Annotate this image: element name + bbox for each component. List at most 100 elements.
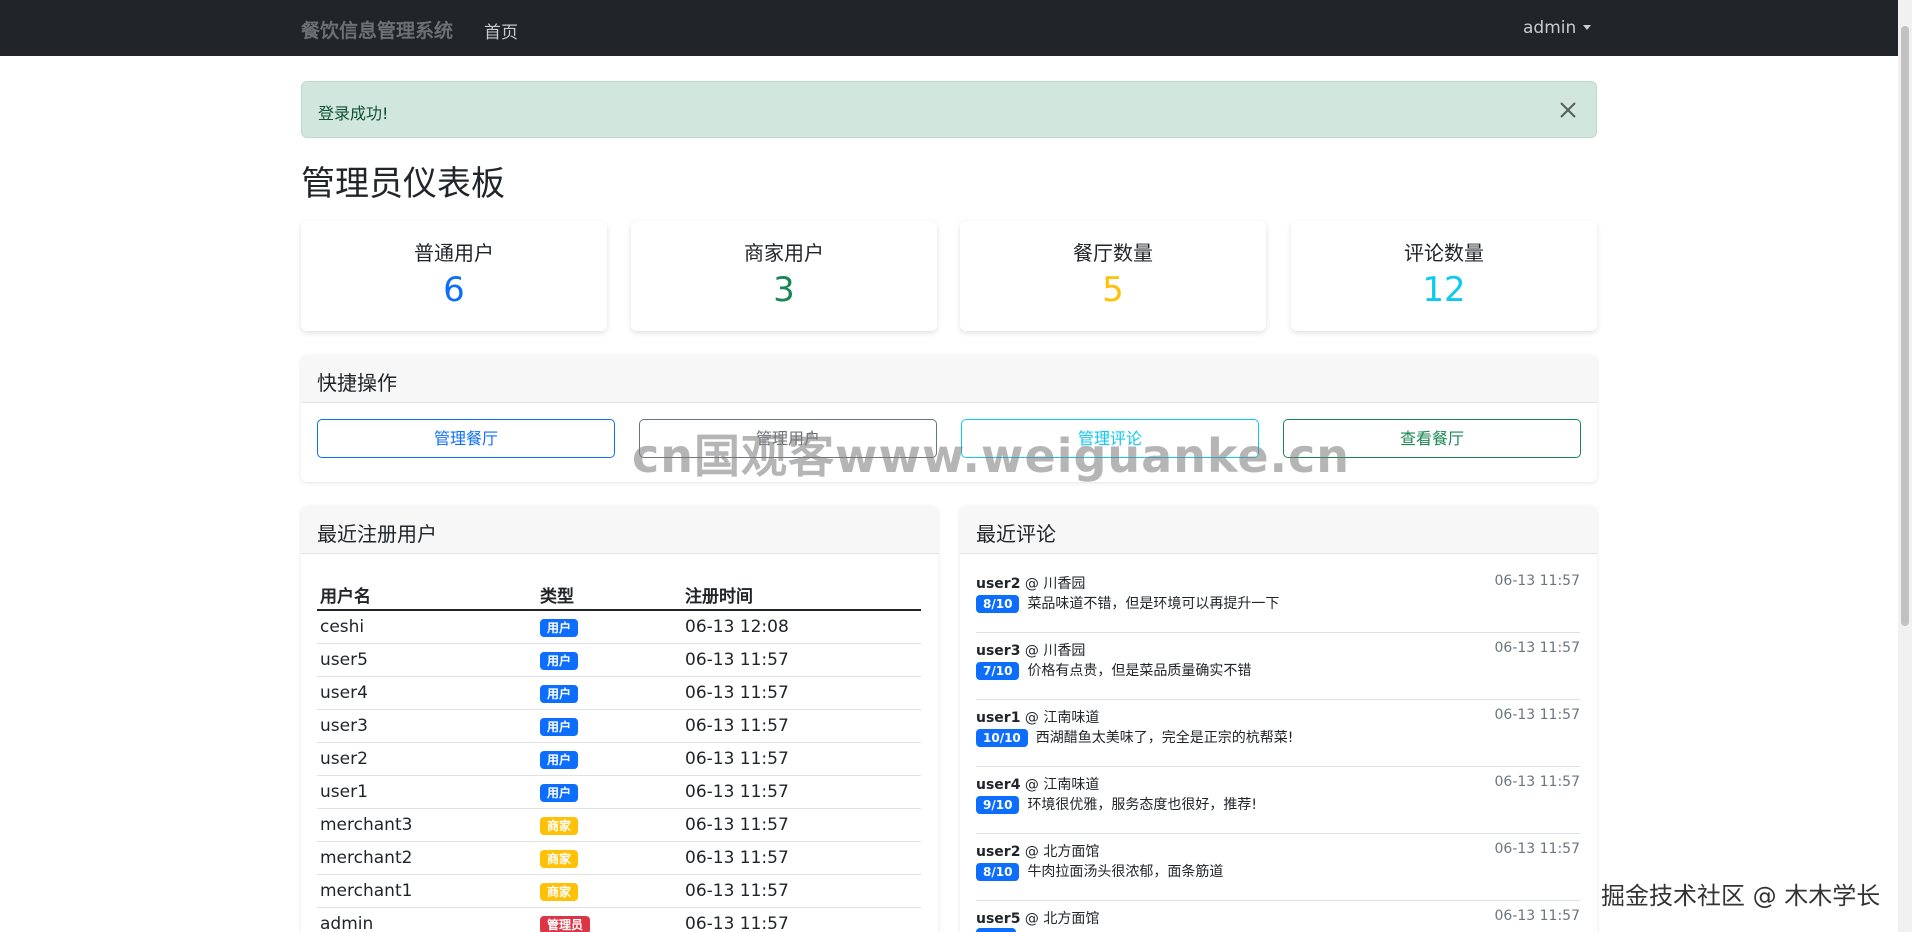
- score-badge: 9/10: [976, 796, 1020, 814]
- register-time: 06-13 11:57: [682, 775, 921, 809]
- table-row: merchant2 商家 06-13 11:57: [317, 841, 921, 875]
- register-time: 06-13 12:08: [682, 610, 921, 644]
- user-name: merchant1: [317, 874, 537, 908]
- user-type-badge: 商家: [540, 882, 579, 901]
- review-body: 7/10 价格有点贵，但是菜品质量确实不错: [976, 660, 1251, 680]
- review-user[interactable]: user4: [976, 777, 1020, 793]
- column-header: 用户名: [317, 580, 537, 611]
- review-author: user1 @ 江南味道: [976, 710, 1100, 726]
- review-user[interactable]: user5: [976, 911, 1020, 927]
- recent-users-title: 最近注册用户: [301, 506, 938, 554]
- corner-watermark: 掘金技术社区 @ 木木学长: [1601, 882, 1881, 910]
- review-restaurant[interactable]: 江南味道: [1043, 777, 1099, 793]
- recent-reviews-title: 最近评论: [960, 506, 1597, 554]
- stat-card-merchants: 商家用户 3: [631, 221, 937, 331]
- stat-card-reviews: 评论数量 12: [1291, 221, 1597, 331]
- review-text: 价格有点贵，但是菜品质量确实不错: [1027, 663, 1252, 679]
- review-item: user1 @ 江南味道 06-13 11:57 10/10 西湖醋鱼太美味了，完…: [976, 700, 1580, 767]
- view-restaurants-button[interactable]: 查看餐厅: [1283, 419, 1581, 458]
- user-name: user5: [317, 643, 537, 677]
- stat-value: 6: [443, 270, 465, 310]
- alert-message: 登录成功!: [318, 104, 389, 123]
- table-row: admin 管理员 06-13 11:57: [317, 907, 921, 932]
- review-body: 9/10 环境很优雅，服务态度也很好，推荐!: [976, 794, 1257, 814]
- brand-link[interactable]: 餐饮信息管理系统: [301, 16, 453, 43]
- table-row: merchant3 商家 06-13 11:57: [317, 808, 921, 842]
- user-name: user1: [317, 775, 537, 809]
- table-row: user3 用户 06-13 11:57: [317, 709, 921, 743]
- scrollbar[interactable]: [1898, 0, 1912, 932]
- nav-home-link[interactable]: 首页: [484, 18, 518, 43]
- score-badge: 10/10: [976, 729, 1028, 747]
- review-body: 8/10 菜品味道不错，但是环境可以再提升一下: [976, 593, 1279, 613]
- scrollbar-thumb[interactable]: [1901, 26, 1909, 626]
- stat-card-users: 普通用户 6: [301, 221, 607, 331]
- user-dropdown[interactable]: admin: [1523, 18, 1592, 38]
- table-row: user5 用户 06-13 11:57: [317, 643, 921, 677]
- register-time: 06-13 11:57: [682, 841, 921, 875]
- manage-reviews-button[interactable]: 管理评论: [961, 419, 1259, 458]
- review-author: user3 @ 川香园: [976, 643, 1086, 659]
- manage-restaurants-button[interactable]: 管理餐厅: [317, 419, 615, 458]
- review-restaurant[interactable]: 北方面馆: [1043, 911, 1099, 927]
- table-row: user1 用户 06-13 11:57: [317, 775, 921, 809]
- stat-label: 普通用户: [414, 241, 494, 265]
- user-type-badge: 用户: [540, 750, 579, 769]
- register-time: 06-13 11:57: [682, 742, 921, 776]
- review-time: 06-13 11:57: [1494, 774, 1580, 790]
- user-type-badge: 商家: [540, 849, 579, 868]
- review-restaurant[interactable]: 川香园: [1043, 643, 1085, 659]
- register-time: 06-13 11:57: [682, 676, 921, 710]
- review-user[interactable]: user2: [976, 844, 1020, 860]
- close-icon[interactable]: [1558, 100, 1578, 120]
- review-restaurant[interactable]: 川香园: [1043, 576, 1085, 592]
- user-name: user3: [317, 709, 537, 743]
- review-text: 环境很优雅，服务态度也很好，推荐!: [1027, 797, 1258, 813]
- score-badge: [976, 928, 1016, 932]
- recent-reviews-card: 最近评论 user2 @ 川香园 06-13 11:57 8/10 菜品味道不错，…: [960, 506, 1597, 932]
- review-author: user2 @ 川香园: [976, 576, 1086, 592]
- review-user[interactable]: user3: [976, 643, 1020, 659]
- review-author: user4 @ 江南味道: [976, 777, 1100, 793]
- register-time: 06-13 11:57: [682, 709, 921, 743]
- table-row: user2 用户 06-13 11:57: [317, 742, 921, 776]
- review-user[interactable]: user1: [976, 710, 1020, 726]
- register-time: 06-13 11:57: [682, 874, 921, 908]
- column-header: 注册时间: [682, 580, 921, 611]
- stat-label: 评论数量: [1404, 241, 1484, 265]
- review-time: 06-13 11:57: [1494, 841, 1580, 857]
- table-row: ceshi 用户 06-13 12:08: [317, 610, 921, 644]
- chevron-down-icon: [1583, 25, 1592, 30]
- page-title: 管理员仪表板: [301, 164, 505, 204]
- table-row: merchant1 商家 06-13 11:57: [317, 874, 921, 908]
- score-badge: 8/10: [976, 595, 1020, 613]
- register-time: 06-13 11:57: [682, 907, 921, 932]
- review-user[interactable]: user2: [976, 576, 1020, 592]
- review-item: user3 @ 川香园 06-13 11:57 7/10 价格有点贵，但是菜品质量…: [976, 633, 1580, 700]
- user-name: merchant3: [317, 808, 537, 842]
- manage-users-button[interactable]: 管理用户: [639, 419, 937, 458]
- review-restaurant[interactable]: 北方面馆: [1043, 844, 1099, 860]
- register-time: 06-13 11:57: [682, 643, 921, 677]
- review-time: 06-13 11:57: [1494, 573, 1580, 589]
- user-type-badge: 管理员: [540, 915, 591, 932]
- stat-label: 餐厅数量: [1073, 241, 1153, 265]
- review-item: user4 @ 江南味道 06-13 11:57 9/10 环境很优雅，服务态度也…: [976, 767, 1580, 834]
- review-restaurant[interactable]: 江南味道: [1043, 710, 1099, 726]
- review-body: 10/10 西湖醋鱼太美味了，完全是正宗的杭帮菜!: [976, 727, 1293, 747]
- column-header: 类型: [537, 580, 682, 611]
- review-time: 06-13 11:57: [1494, 707, 1580, 723]
- user-name: user2: [317, 742, 537, 776]
- review-item: user2 @ 北方面馆 06-13 11:57 8/10 牛肉拉面汤头很浓郁，面…: [976, 834, 1580, 901]
- score-badge: 7/10: [976, 662, 1020, 680]
- user-name: merchant2: [317, 841, 537, 875]
- stat-value: 5: [1102, 270, 1124, 310]
- review-time: 06-13 11:57: [1494, 640, 1580, 656]
- score-badge: 8/10: [976, 863, 1020, 881]
- user-type-badge: 用户: [540, 783, 579, 802]
- users-table: 用户名 类型 注册时间 ceshi 用户 06-13 12:08 user5 用户 06…: [317, 580, 921, 932]
- stat-card-restaurants: 餐厅数量 5: [960, 221, 1266, 331]
- user-name: admin: [317, 907, 537, 932]
- success-alert: 登录成功!: [301, 81, 1597, 138]
- review-text: 牛肉拉面汤头很浓郁，面条筋道: [1027, 864, 1224, 880]
